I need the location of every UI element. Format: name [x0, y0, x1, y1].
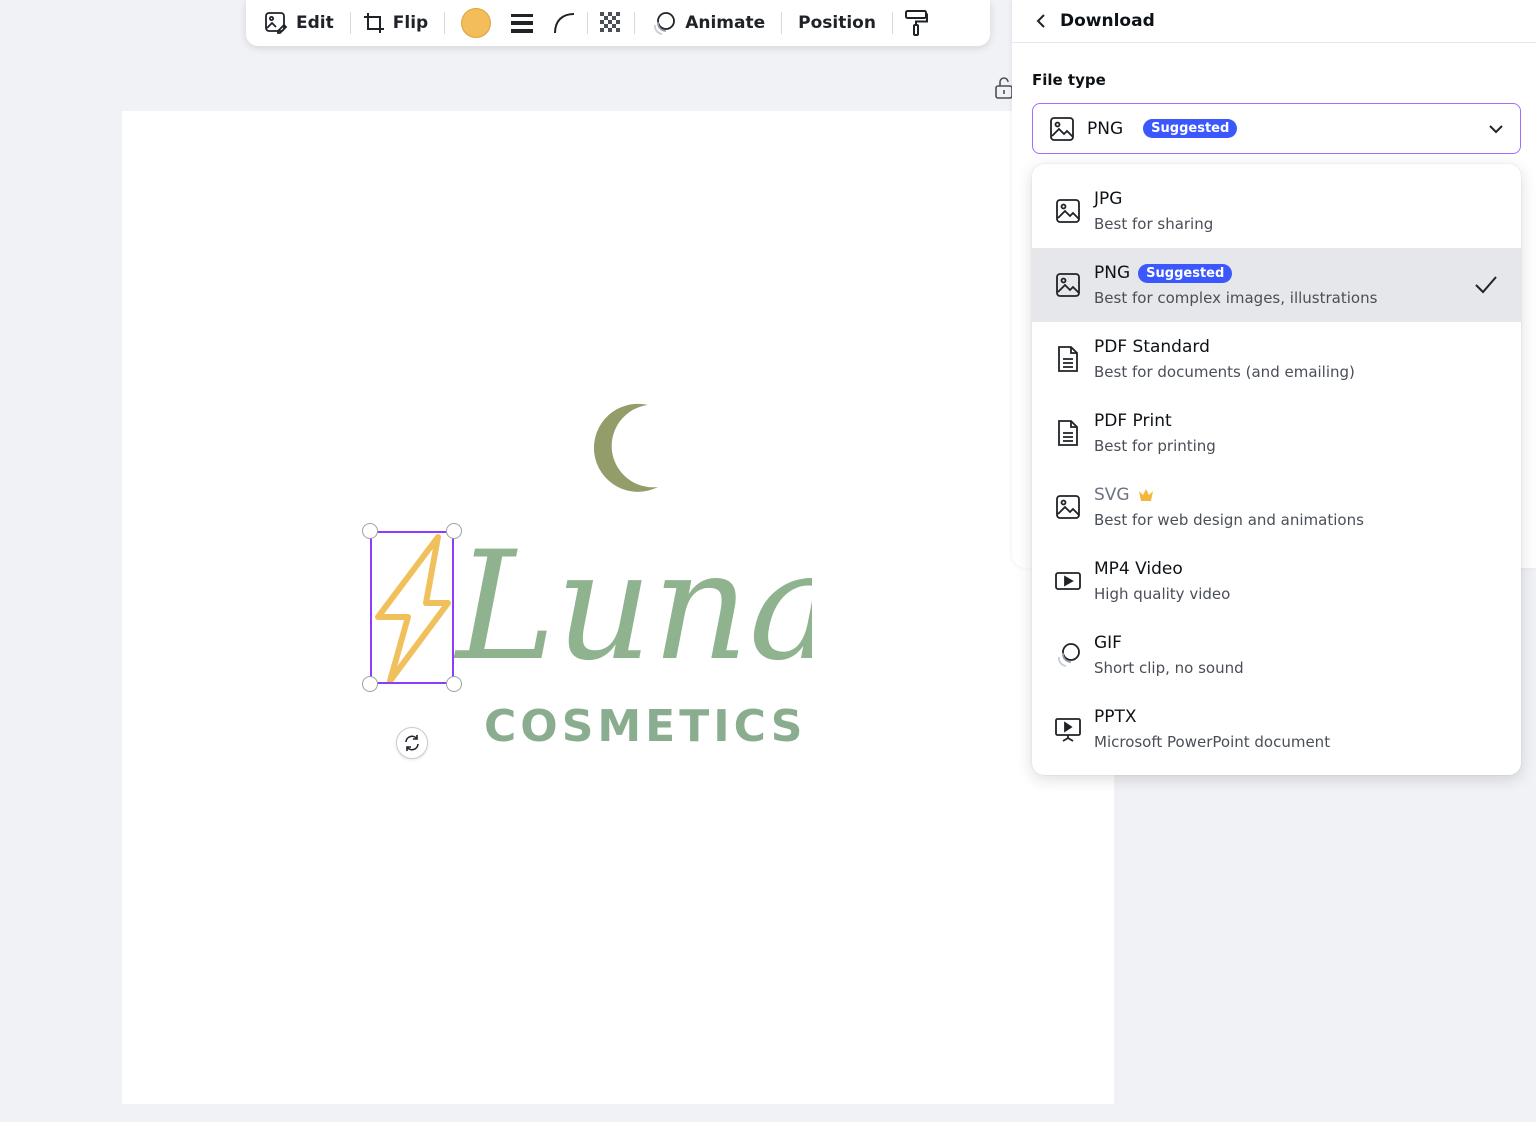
panel-title: Download: [1060, 11, 1155, 31]
suggested-badge: Suggested: [1138, 263, 1233, 283]
option-gif[interactable]: GIF Short clip, no sound: [1032, 618, 1521, 692]
edit-button[interactable]: Edit: [258, 5, 340, 41]
design-canvas[interactable]: Luna COSMETICS: [122, 111, 1114, 1104]
crescent-moon-graphic[interactable]: [578, 401, 660, 493]
resize-handle-top-left[interactable]: [362, 523, 378, 539]
border-weight-icon: [511, 14, 534, 33]
document-icon: [1054, 345, 1082, 373]
option-pdf-standard[interactable]: PDF Standard Best for documents (and emai…: [1032, 322, 1521, 396]
option-name: PNG Suggested: [1094, 263, 1377, 283]
document-icon: [1054, 419, 1082, 447]
transparency-button[interactable]: [598, 10, 624, 36]
presentation-icon: [1054, 715, 1082, 743]
option-name: PDF Standard: [1094, 337, 1210, 357]
divider: [349, 12, 351, 34]
option-pdf-print[interactable]: PDF Print Best for printing: [1032, 396, 1521, 470]
option-name-text: SVG: [1094, 485, 1130, 505]
rotate-handle[interactable]: [396, 727, 428, 759]
border-style-button[interactable]: [509, 10, 535, 36]
image-icon: [1054, 197, 1082, 225]
file-type-dropdown: JPG Best for sharing PNG Suggested Best for…: [1032, 164, 1521, 775]
option-svg[interactable]: SVG Best for web design and animations: [1032, 470, 1521, 544]
cosmetics-text[interactable]: COSMETICS: [484, 701, 806, 752]
option-mp4-video[interactable]: MP4 Video High quality video: [1032, 544, 1521, 618]
divider: [781, 12, 783, 34]
option-desc: Best for complex images, illustrations: [1094, 289, 1378, 307]
transparency-icon: [600, 12, 621, 32]
luna-script-text[interactable]: Luna: [452, 536, 812, 686]
option-name: PDF Print: [1094, 411, 1172, 431]
resize-handle-top-right[interactable]: [446, 523, 462, 539]
color-swatch[interactable]: [461, 8, 492, 38]
option-desc: Best for documents (and emailing): [1094, 363, 1355, 381]
option-jpg[interactable]: JPG Best for sharing: [1032, 174, 1521, 248]
gif-icon: [1054, 641, 1082, 669]
option-desc: Microsoft PowerPoint document: [1094, 733, 1331, 751]
option-name: SVG: [1094, 485, 1364, 505]
option-png[interactable]: PNG Suggested Best for complex images, ill…: [1032, 248, 1521, 322]
panel-header: Download: [1012, 0, 1536, 43]
image-icon: [1050, 116, 1074, 141]
flip-label: Flip: [392, 13, 429, 33]
option-name: MP4 Video: [1094, 559, 1183, 579]
element-toolbar: Edit Flip Animate Position: [246, 0, 990, 46]
crop-button[interactable]: [361, 10, 387, 36]
chevron-left-icon[interactable]: [1034, 13, 1048, 29]
option-name: GIF: [1094, 633, 1122, 653]
divider: [634, 12, 636, 34]
flip-button[interactable]: Flip: [387, 5, 434, 41]
edit-label: Edit: [296, 13, 334, 33]
option-pptx[interactable]: PPTX Microsoft PowerPoint document: [1032, 692, 1521, 766]
position-label: Position: [798, 13, 876, 33]
video-icon: [1054, 567, 1082, 595]
copy-style-button[interactable]: [903, 10, 929, 36]
option-desc: Best for sharing: [1094, 215, 1214, 233]
image-icon: [1054, 493, 1082, 521]
option-name: PPTX: [1094, 707, 1137, 727]
option-desc: High quality video: [1094, 585, 1231, 603]
file-type-select[interactable]: PNG Suggested: [1032, 103, 1521, 154]
animate-label: Animate: [685, 13, 766, 33]
chevron-down-icon: [1489, 124, 1503, 133]
corner-radius-icon: [554, 13, 575, 34]
paint-roller-icon: [904, 10, 928, 36]
edit-image-icon: [265, 12, 288, 34]
option-desc: Short clip, no sound: [1094, 659, 1244, 677]
rotate-icon: [405, 735, 419, 751]
option-desc: Best for printing: [1094, 437, 1216, 455]
crop-icon: [363, 13, 384, 33]
position-button[interactable]: Position: [792, 5, 882, 41]
checkmark-icon: [1475, 276, 1497, 294]
divider: [891, 12, 893, 34]
crown-icon: [1138, 489, 1153, 501]
divider: [444, 12, 446, 34]
divider: [587, 12, 589, 34]
unlock-icon[interactable]: [994, 76, 1014, 100]
file-type-label: File type: [1032, 71, 1106, 89]
resize-handle-bottom-right[interactable]: [446, 676, 462, 692]
option-desc: Best for web design and animations: [1094, 511, 1364, 529]
animate-button[interactable]: Animate: [645, 5, 771, 41]
corner-rounding-button[interactable]: [551, 10, 577, 36]
animate-icon: [654, 12, 676, 35]
option-name: JPG: [1094, 189, 1123, 209]
luna-script-label: Luna: [453, 536, 812, 686]
option-name-text: PNG: [1094, 263, 1131, 283]
selected-file-type: PNG: [1087, 118, 1124, 139]
resize-handle-bottom-left[interactable]: [362, 676, 378, 692]
suggested-badge: Suggested: [1143, 119, 1238, 138]
selection-box[interactable]: [370, 531, 454, 684]
image-icon: [1054, 271, 1082, 299]
